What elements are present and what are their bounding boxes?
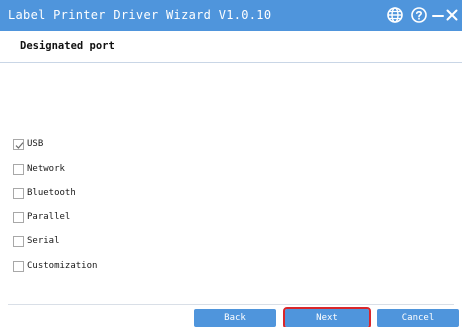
bluetooth-checkbox[interactable] [13, 187, 24, 199]
title-bar: Label Printer Driver Wizard V1.0.10 [0, 0, 462, 31]
back-button[interactable]: Back [194, 309, 276, 327]
port-option-bluetooth[interactable]: Bluetooth [13, 185, 213, 201]
window-title: Label Printer Driver Wizard V1.0.10 [8, 8, 272, 22]
close-icon[interactable] [443, 6, 461, 24]
port-label-customization: Customization [27, 261, 98, 271]
port-label-parallel: Parallel [27, 212, 71, 222]
port-option-parallel[interactable]: Parallel [13, 209, 213, 225]
port-option-network[interactable]: Network [13, 161, 213, 177]
customization-checkbox[interactable] [13, 260, 24, 272]
network-checkbox[interactable] [13, 163, 24, 175]
serial-checkbox[interactable] [13, 235, 24, 247]
port-label-bluetooth: Bluetooth [27, 188, 76, 198]
port-option-serial[interactable]: Serial [13, 233, 213, 249]
port-option-usb[interactable]: USB [13, 136, 213, 152]
footer-divider [8, 304, 454, 305]
parallel-checkbox[interactable] [13, 211, 24, 223]
checkmark-icon [15, 141, 24, 149]
globe-icon[interactable] [386, 6, 404, 24]
help-icon[interactable] [410, 6, 428, 24]
port-option-customization[interactable]: Customization [13, 258, 213, 274]
port-label-network: Network [27, 164, 65, 174]
cancel-button[interactable]: Cancel [377, 309, 459, 327]
page-title: Designated port [20, 40, 115, 52]
next-button[interactable]: Next [283, 307, 371, 327]
port-label-serial: Serial [27, 236, 60, 246]
port-label-usb: USB [27, 139, 44, 149]
usb-checkbox[interactable] [13, 138, 24, 150]
page-header: Designated port [0, 31, 462, 63]
